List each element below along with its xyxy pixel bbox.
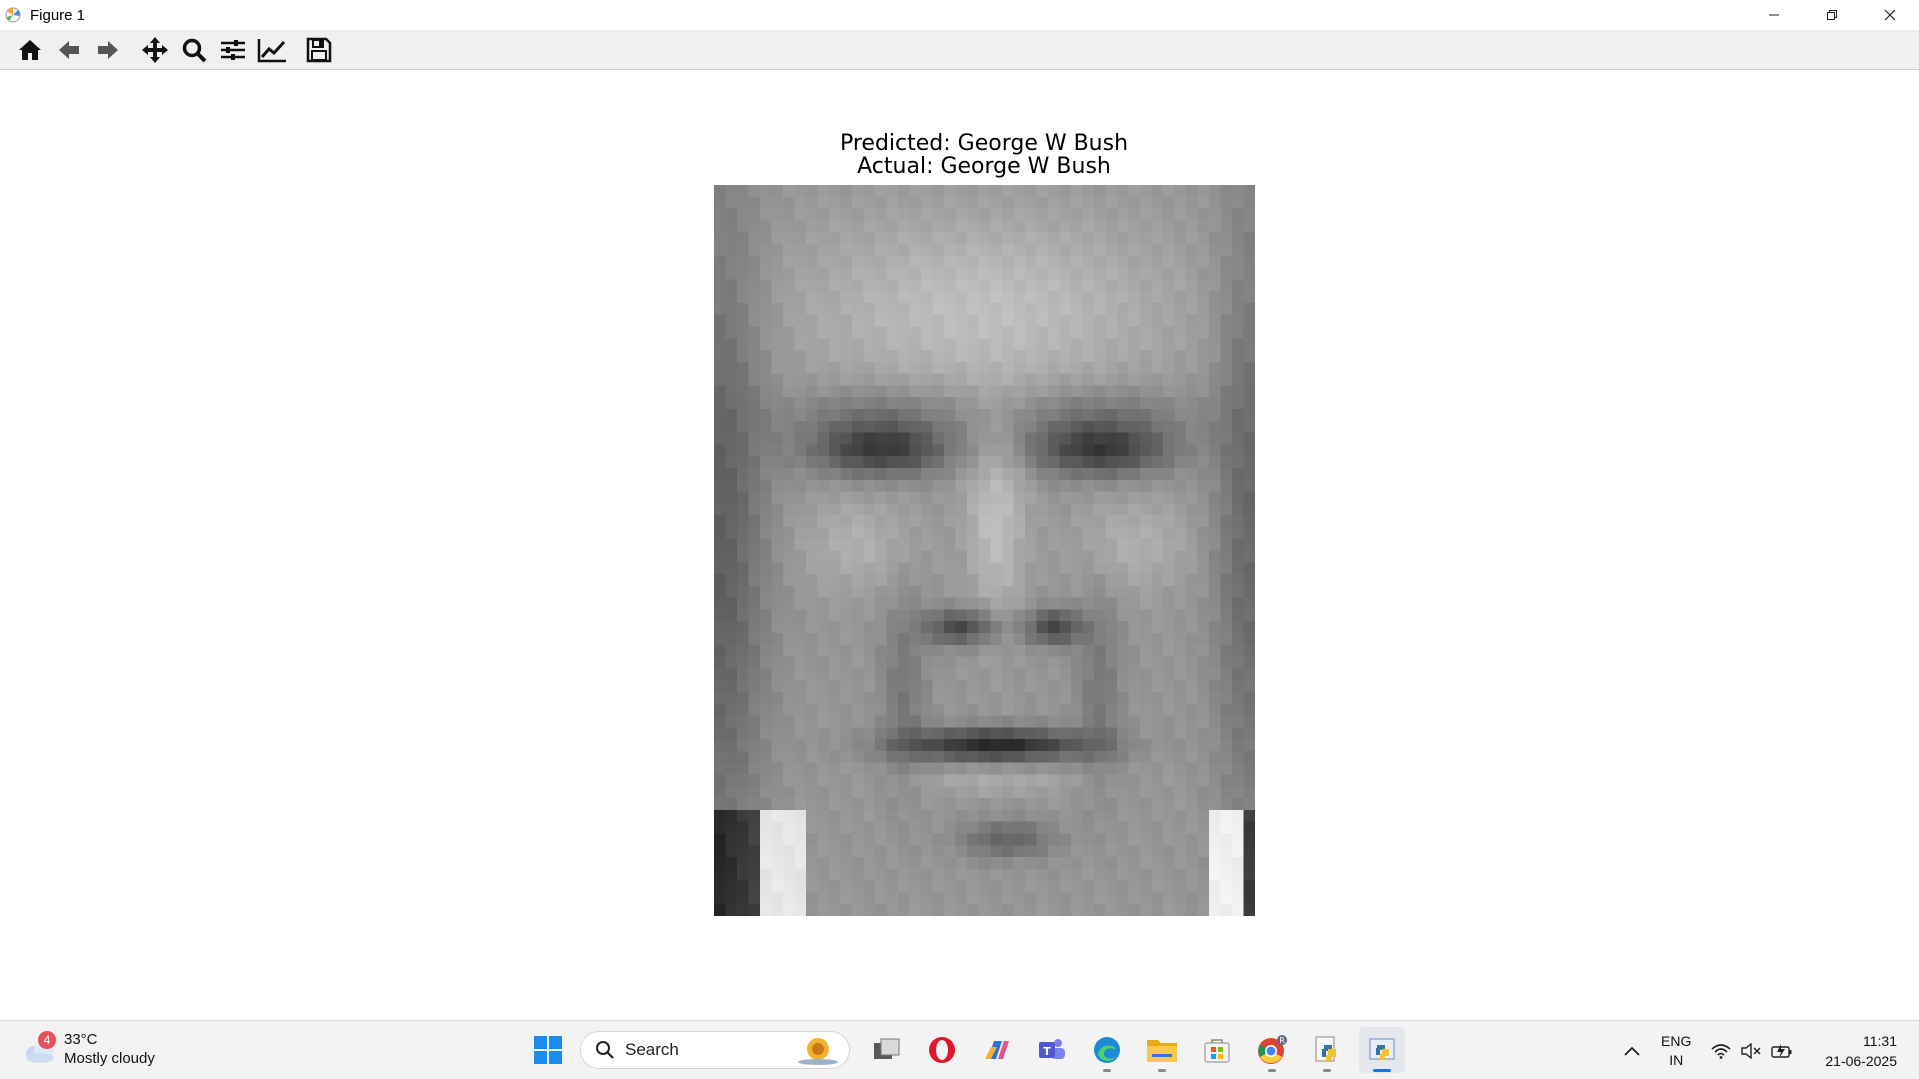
- copilot-icon: [985, 1041, 1009, 1059]
- save-button[interactable]: [301, 32, 337, 68]
- plot-title-predicted: Predicted: George W Bush: [839, 131, 1129, 156]
- restore-button[interactable]: [1803, 0, 1861, 30]
- clock-time: 11:31: [1863, 1032, 1897, 1049]
- taskbar-store[interactable]: [1194, 1027, 1240, 1073]
- volume-muted-icon: [1741, 1042, 1761, 1059]
- zoom-button[interactable]: [176, 32, 212, 68]
- customize-button[interactable]: [254, 32, 290, 68]
- face-image: [714, 185, 1255, 916]
- taskbar-search[interactable]: Search: [580, 1031, 850, 1069]
- forward-button[interactable]: [90, 32, 126, 68]
- taskbar-file-explorer[interactable]: [1139, 1027, 1185, 1073]
- weather-condition: Mostly cloudy: [64, 1050, 155, 1067]
- close-button[interactable]: [1861, 0, 1919, 30]
- battery-charging-icon: [1771, 1043, 1793, 1059]
- back-button[interactable]: [51, 32, 87, 68]
- back-arrow-icon: [59, 40, 79, 59]
- taskbar-edge[interactable]: [1084, 1027, 1130, 1073]
- svg-text:R: R: [1279, 1036, 1285, 1045]
- chrome-icon: R: [1258, 1035, 1287, 1064]
- taskbar-python[interactable]: [1304, 1027, 1350, 1073]
- edge-icon: [1094, 1037, 1120, 1063]
- store-icon: [1204, 1039, 1230, 1063]
- clock-date: 21-06-2025: [1825, 1052, 1897, 1069]
- title-bar: Figure 1: [0, 0, 1919, 30]
- subplots-button[interactable]: [215, 32, 251, 68]
- python-figure-icon: [1369, 1038, 1395, 1060]
- home-button[interactable]: [12, 32, 48, 68]
- navigation-toolbar: [0, 30, 1919, 70]
- quick-settings[interactable]: [1711, 1042, 1803, 1059]
- matplotlib-app-icon: [4, 6, 22, 24]
- zoom-icon: [182, 38, 207, 62]
- weather-widget[interactable]: 4 33°C Mostly cloudy: [20, 1029, 155, 1069]
- language-line1: ENG: [1661, 1032, 1692, 1049]
- python-icon: [1315, 1036, 1336, 1062]
- language-line2: IN: [1669, 1051, 1684, 1068]
- task-view-icon: [874, 1038, 900, 1059]
- clock[interactable]: 11:31 21-06-2025: [1825, 1031, 1897, 1071]
- minimize-button[interactable]: [1745, 0, 1803, 30]
- teams-icon: T: [1039, 1039, 1065, 1059]
- search-icon: [596, 1041, 614, 1059]
- plot-title-actual: Actual: George W Bush: [857, 154, 1111, 179]
- app-root: Figure 1 Predicted: George W Bush Actual…: [0, 0, 1919, 1079]
- home-icon: [19, 39, 41, 60]
- pan-icon: [142, 36, 168, 63]
- taskbar-chrome[interactable]: R: [1249, 1027, 1295, 1073]
- show-hidden-icons-button[interactable]: [1617, 1046, 1647, 1056]
- taskbar-center: Search T R: [525, 1027, 1414, 1073]
- forward-arrow-icon: [98, 40, 118, 59]
- opera-icon: [929, 1037, 955, 1063]
- figure-canvas[interactable]: Predicted: George W Bush Actual: George …: [0, 71, 1919, 1021]
- taskbar-teams[interactable]: T: [1029, 1027, 1075, 1073]
- windows-logo-icon: [534, 1036, 562, 1064]
- system-tray: ENG IN 11:31 21-06-2025: [1617, 1021, 1919, 1079]
- chevron-up-icon: [1624, 1046, 1640, 1056]
- file-explorer-icon: [1147, 1040, 1177, 1062]
- save-icon: [306, 37, 332, 62]
- taskbar-task-view[interactable]: [864, 1027, 910, 1073]
- window-controls: [1745, 0, 1919, 30]
- edit-axis-icon: [257, 38, 286, 62]
- search-placeholder: Search: [625, 1040, 679, 1059]
- start-button[interactable]: [525, 1027, 571, 1073]
- taskbar-python-figure[interactable]: [1359, 1027, 1405, 1073]
- wifi-icon: [1711, 1043, 1731, 1059]
- taskbar-copilot[interactable]: [974, 1027, 1020, 1073]
- weather-temperature: 33°C: [64, 1031, 98, 1048]
- search-highlight-icon: [795, 1035, 841, 1072]
- svg-text:T: T: [1043, 1045, 1051, 1058]
- weather-badge: 4: [38, 1031, 56, 1049]
- taskbar-opera[interactable]: [919, 1027, 965, 1073]
- taskbar: 4 33°C Mostly cloudy Search T R ENG IN 1…: [0, 1020, 1919, 1079]
- window-title: Figure 1: [30, 6, 86, 24]
- subplots-icon: [221, 39, 245, 60]
- pan-button[interactable]: [137, 32, 173, 68]
- language-indicator[interactable]: ENG IN: [1661, 1032, 1691, 1070]
